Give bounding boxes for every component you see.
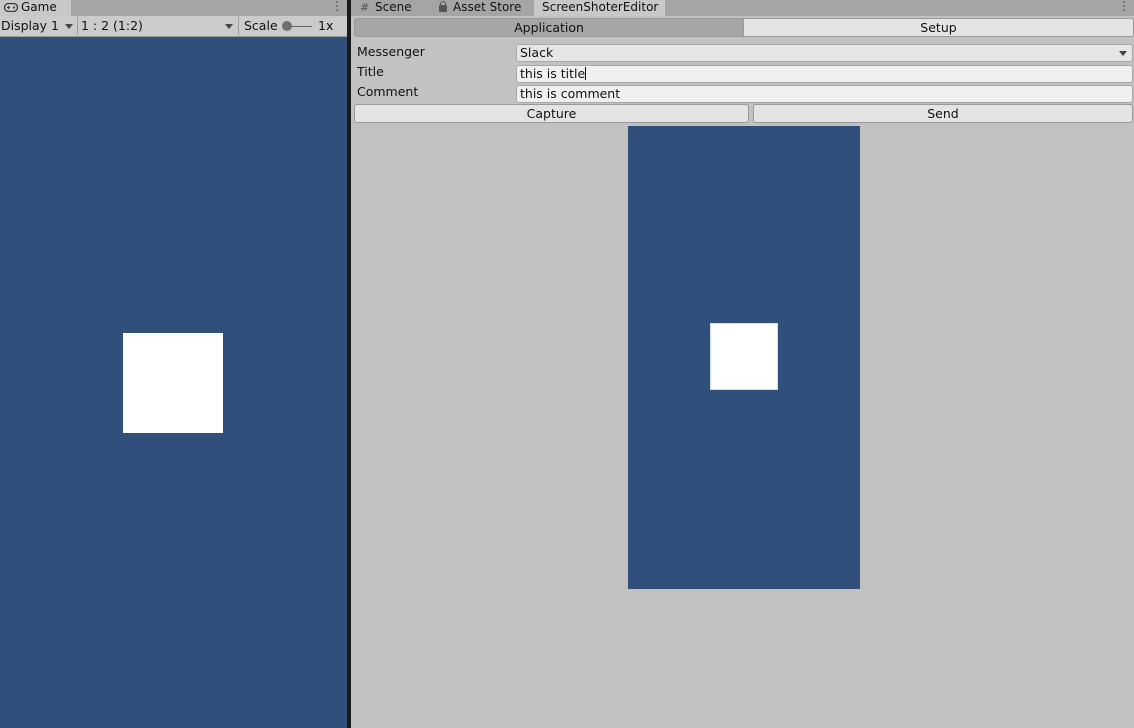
- game-menu-icon[interactable]: ⋮: [331, 0, 343, 16]
- game-white-square: [123, 333, 223, 433]
- capture-button-label: Capture: [526, 106, 577, 121]
- title-label: Title: [357, 64, 384, 79]
- screenshot-preview: [628, 126, 860, 589]
- editor-tab-bar: # Scene Asset Store ScreenShoterEditor ⋮: [351, 0, 1134, 16]
- game-tab-bar: Game ⋮: [0, 0, 347, 16]
- game-toolbar: Display 1 1 : 2 (1:2) Scale 1x: [0, 16, 347, 37]
- text-cursor: [585, 67, 587, 80]
- title-input[interactable]: this is title: [516, 65, 1133, 83]
- display-dropdown[interactable]: Display 1: [1, 16, 59, 36]
- setup-toggle-label: Setup: [920, 20, 957, 35]
- comment-label: Comment: [357, 84, 419, 99]
- tab-scene-label: Scene: [375, 0, 412, 14]
- scale-value: 1x: [318, 18, 334, 33]
- application-toggle-button[interactable]: Application: [354, 18, 744, 37]
- lock-icon: [439, 1, 447, 12]
- tab-screenshoter-editor[interactable]: ScreenShoterEditor: [534, 0, 665, 16]
- comment-input-value: this is comment: [520, 86, 621, 101]
- scale-label: Scale: [244, 18, 278, 33]
- messenger-dropdown[interactable]: Slack: [516, 44, 1133, 62]
- grid-icon: #: [360, 1, 370, 14]
- aspect-dropdown[interactable]: 1 : 2 (1:2): [81, 16, 143, 36]
- toolbar-divider: [238, 17, 239, 35]
- messenger-value: Slack: [520, 45, 554, 60]
- tab-game[interactable]: Game: [0, 0, 71, 16]
- application-toggle-label: Application: [514, 20, 584, 35]
- toolbar-divider: [77, 17, 78, 35]
- display-chevron-down-icon: [65, 24, 73, 29]
- setup-toggle-button[interactable]: Setup: [743, 18, 1134, 37]
- send-button[interactable]: Send: [753, 104, 1133, 123]
- tab-asset-store-label: Asset Store: [453, 0, 522, 14]
- display-dropdown-label: Display 1: [1, 18, 60, 33]
- aspect-dropdown-label: 1 : 2 (1:2): [81, 18, 143, 33]
- game-view-panel: Game ⋮ Display 1 1 : 2 (1:2) Scale 1x: [0, 0, 347, 728]
- messenger-label: Messenger: [357, 44, 425, 59]
- tab-scene[interactable]: # Scene: [358, 0, 438, 16]
- screenshoter-editor-panel: # Scene Asset Store ScreenShoterEditor ⋮ …: [351, 0, 1134, 728]
- send-button-label: Send: [927, 106, 959, 121]
- editor-menu-icon[interactable]: ⋮: [1118, 0, 1130, 16]
- tab-screenshoter-editor-label: ScreenShoterEditor: [542, 0, 659, 14]
- capture-button[interactable]: Capture: [354, 104, 749, 123]
- aspect-chevron-down-icon: [225, 24, 233, 29]
- tab-game-label: Game: [21, 0, 57, 14]
- comment-input[interactable]: this is comment: [516, 85, 1133, 103]
- scale-slider-handle[interactable]: [282, 21, 292, 31]
- tab-asset-store[interactable]: Asset Store: [437, 0, 537, 16]
- title-input-value: this is title: [520, 66, 586, 81]
- chevron-down-icon: [1119, 51, 1127, 56]
- preview-white-square: [710, 323, 778, 390]
- mode-toggle: Application Setup: [354, 18, 1134, 37]
- gamepad-icon: [4, 3, 18, 12]
